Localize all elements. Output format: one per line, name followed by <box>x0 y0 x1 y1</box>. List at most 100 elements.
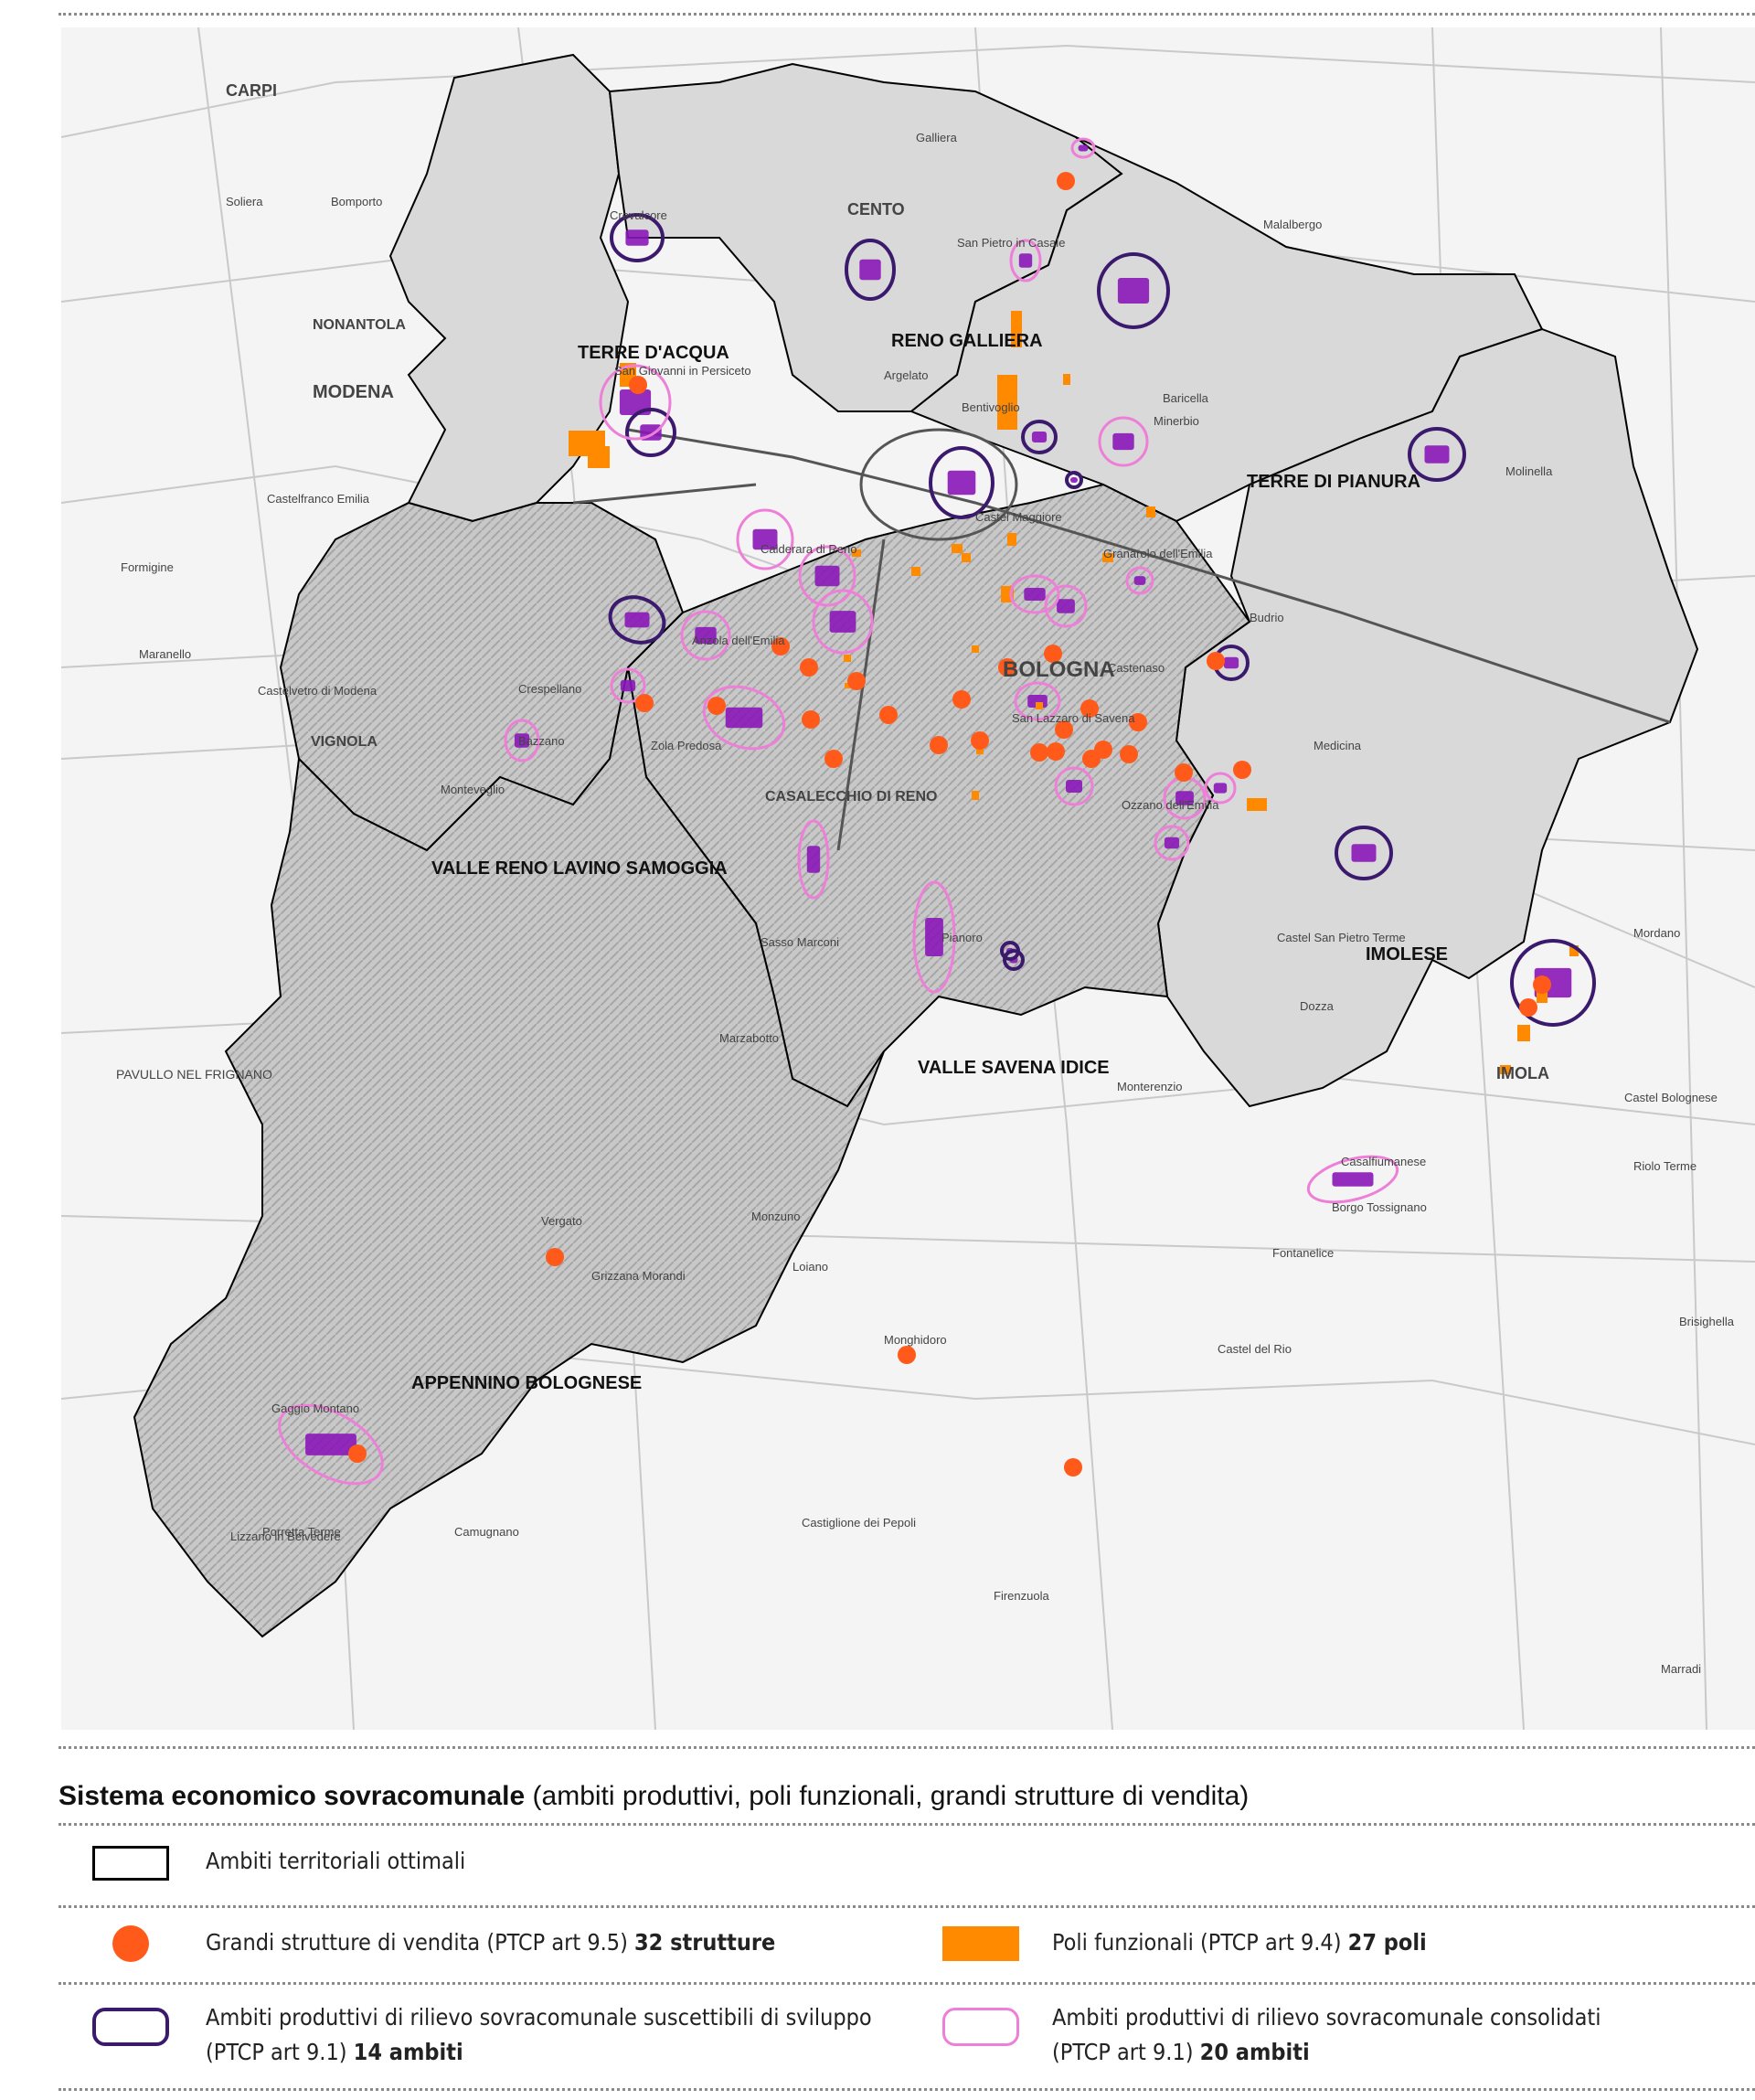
city-label: Bomporto <box>331 195 382 208</box>
city-label: Marzabotto <box>719 1031 779 1045</box>
legend-development-count: 14 ambiti <box>353 2039 463 2065</box>
city-label: Ozzano dell'Emilia <box>1122 798 1219 812</box>
city-label: Argelato <box>884 368 928 382</box>
city-label: Dozza <box>1300 999 1335 1013</box>
city-label: BOLOGNA <box>1003 657 1115 682</box>
city-label: Castelfranco Emilia <box>267 492 370 506</box>
city-label: Monghidoro <box>884 1333 947 1347</box>
industrial-area-10 <box>1351 844 1377 862</box>
city-label: Loiano <box>792 1260 828 1274</box>
city-label: Casalfiumanese <box>1341 1155 1426 1168</box>
retail-structure-1 <box>1057 172 1075 190</box>
city-label: CASALECCHIO DI RENO <box>765 789 937 805</box>
legend-top-rule <box>58 1746 1755 1749</box>
legend-development-label: Ambiti produttivi di rilievo sovracomuna… <box>206 2004 872 2031</box>
legend-bottom-rule <box>58 2088 1755 2091</box>
functional-pole-22 <box>962 553 971 562</box>
legend-boundary-label: Ambiti territoriali ottimali <box>206 1848 466 1874</box>
industrial-area-33 <box>806 846 821 873</box>
legend-title-rest: (ambiti produttivi, poli funzionali, gra… <box>525 1781 1250 1811</box>
city-label: San Giovanni in Persiceto <box>614 364 751 378</box>
industrial-area-20 <box>814 565 840 587</box>
retail-structure-17 <box>707 697 726 715</box>
legend-retail-label: Grandi strutture di vendita (PTCP art 9.… <box>206 1929 634 1956</box>
retail-structure-12 <box>824 750 843 768</box>
industrial-area-7 <box>1424 445 1450 464</box>
functional-pole-6 <box>588 446 610 468</box>
territorial-areas <box>133 53 1699 1638</box>
industrial-area-34 <box>925 918 943 956</box>
city-label: Zola Predosa <box>651 739 722 752</box>
retail-structure-24 <box>1533 975 1551 994</box>
city-label: Castenaso <box>1108 661 1165 675</box>
city-label: Castel del Rio <box>1218 1342 1292 1356</box>
city-label: Bentivoglio <box>962 400 1020 414</box>
functional-pole-10 <box>1007 533 1016 546</box>
city-label: Camugnano <box>454 1525 519 1539</box>
city-label: NONANTOLA <box>313 317 406 333</box>
city-label: San Lazzaro di Savena <box>1012 711 1135 725</box>
industrial-area-9 <box>1223 656 1239 669</box>
city-label: Monzuno <box>751 1210 800 1223</box>
consolidated-swatch <box>942 2008 1019 2046</box>
retail-structure-31 <box>1175 763 1193 782</box>
retail-structure-18 <box>635 694 654 712</box>
city-label: Monterenzio <box>1117 1080 1183 1093</box>
city-label: Vergato <box>541 1214 582 1228</box>
industrial-area-6 <box>1031 432 1048 442</box>
legend-item-development: Ambiti produttivi di rilievo sovracomuna… <box>206 2000 872 2070</box>
industrial-area-2 <box>859 259 881 281</box>
industrial-area-21 <box>829 611 856 633</box>
city-label: Galliera <box>916 131 958 144</box>
retail-structure-2 <box>629 376 647 394</box>
retail-dot-swatch <box>112 1925 149 1962</box>
city-label: Monteveglio <box>441 783 505 796</box>
legend-poles-label: Poli funzionali (PTCP art 9.4) <box>1052 1929 1348 1956</box>
city-label: Castiglione dei Pepoli <box>802 1516 916 1530</box>
retail-structure-11 <box>879 706 898 724</box>
legend-consolidated-ref: (PTCP art 9.1) <box>1052 2039 1200 2065</box>
legend-title-bold: Sistema economico sovracomunale <box>58 1781 526 1811</box>
retail-structure-27 <box>898 1346 916 1364</box>
city-label: Maranello <box>139 647 191 661</box>
functional-pole-swatch <box>942 1926 1019 1961</box>
functional-pole-18 <box>1517 1025 1530 1041</box>
industrial-area-35 <box>1332 1172 1374 1187</box>
legend-retail-count: 32 strutture <box>634 1929 776 1956</box>
legend-item-boundary: Ambiti territoriali ottimali <box>206 1844 465 1879</box>
city-label: Fontanelice <box>1272 1246 1334 1260</box>
retail-structure-30 <box>952 690 971 709</box>
city-label: Budrio <box>1250 611 1284 624</box>
city-label: Sasso Marconi <box>760 935 839 949</box>
area-label-terre-di-pianura: TERRE DI PIANURA <box>1247 472 1420 492</box>
functional-pole-12 <box>844 655 851 662</box>
functional-pole-14 <box>972 645 979 653</box>
industrial-area-1 <box>625 229 649 246</box>
industrial-area-5 <box>947 470 976 496</box>
retail-structure-25 <box>1519 998 1537 1017</box>
city-label: Malalbergo <box>1263 218 1322 231</box>
city-label: Molinella <box>1505 464 1553 478</box>
industrial-area-25 <box>725 707 763 729</box>
city-label: Marradi <box>1661 1662 1701 1676</box>
territory-map[interactable]: TERRE D'ACQUA RENO GALLIERA TERRE DI PIA… <box>61 27 1755 1730</box>
city-label: Grizzana Morandi <box>591 1269 686 1283</box>
industrial-area-29 <box>1066 780 1082 793</box>
city-label: Lizzano in Belvedere <box>230 1530 341 1543</box>
retail-structure-29 <box>348 1444 367 1463</box>
retail-structure-19 <box>971 731 989 750</box>
city-label: Anzola dell'Emilia <box>692 634 785 647</box>
functional-pole-7 <box>1146 506 1155 517</box>
industrial-area-8 <box>624 612 650 628</box>
retail-structure-28 <box>1064 1458 1082 1476</box>
industrial-area-26 <box>1024 588 1046 601</box>
industrial-area-37 <box>1133 576 1146 585</box>
city-label: Soliera <box>226 195 263 208</box>
functional-pole-9 <box>952 544 963 553</box>
legend-item-retail: Grandi strutture di vendita (PTCP art 9.… <box>206 1925 775 1960</box>
retail-structure-26 <box>546 1248 564 1266</box>
legend-title: Sistema economico sovracomunale (ambiti … <box>58 1781 1249 1812</box>
retail-structure-10 <box>930 736 948 754</box>
industrial-area-23 <box>620 679 636 692</box>
area-label-reno-galliera: RENO GALLIERA <box>891 331 1043 351</box>
